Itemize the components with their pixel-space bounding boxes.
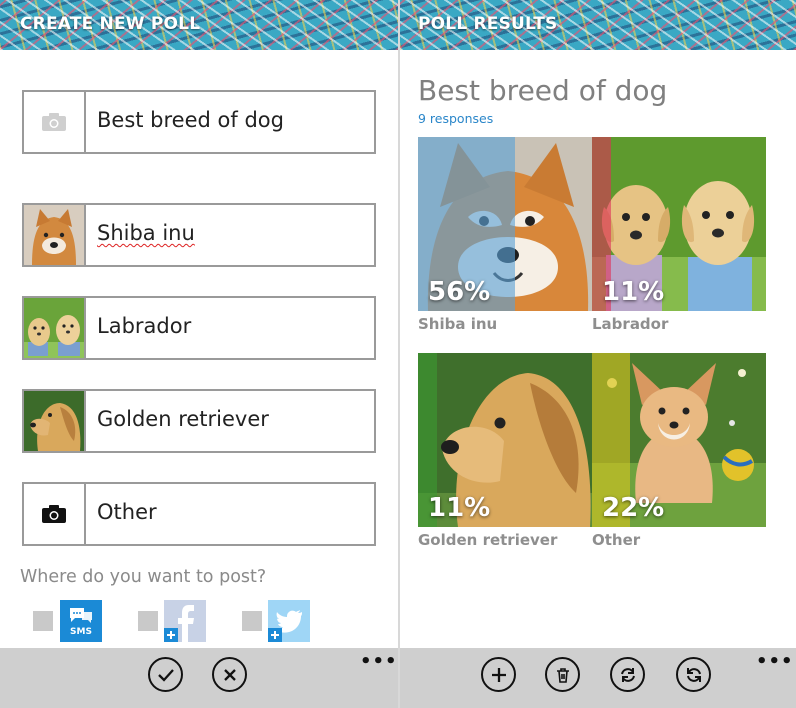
shiba-thumbnail[interactable] [24, 205, 86, 265]
facebook-checkbox[interactable] [138, 611, 158, 631]
create-app-bar [0, 648, 398, 708]
other-caption: Other [592, 531, 641, 549]
option-field-shiba[interactable]: Shiba inu [22, 203, 376, 267]
checkmark-icon [157, 668, 174, 682]
refresh-button[interactable] [610, 657, 645, 692]
add-icon [491, 667, 506, 682]
shiba-caption: Shiba inu [418, 315, 498, 333]
create-poll-title: CREATE NEW POLL [20, 14, 201, 34]
responses-count[interactable]: 9 responses [418, 111, 493, 126]
results-app-bar [400, 648, 796, 708]
sms-icon[interactable]: SMS [60, 600, 102, 642]
option-input-labrador[interactable]: Labrador [97, 314, 191, 338]
shiba-percent: 56% [428, 277, 491, 307]
other-photo-button[interactable] [24, 484, 86, 544]
create-poll-header: CREATE NEW POLL [0, 0, 398, 50]
question-field[interactable]: Best breed of dog [22, 90, 376, 154]
camera-icon [24, 484, 84, 544]
poll-results-title: POLL RESULTS [418, 14, 558, 34]
post-destination-label: Where do you want to post? [20, 567, 267, 587]
question-photo-button[interactable] [24, 92, 86, 152]
option-field-labrador[interactable]: Labrador [22, 296, 376, 360]
labrador-thumbnail[interactable] [24, 298, 86, 358]
cancel-icon [223, 668, 236, 681]
other-percent: 22% [602, 493, 665, 523]
result-tile-golden[interactable]: 11% [418, 353, 592, 527]
poll-results-header: POLL RESULTS [400, 0, 796, 50]
sync-button[interactable] [676, 657, 711, 692]
poll-question-title: Best breed of dog [418, 74, 668, 107]
labrador-caption: Labrador [592, 315, 669, 333]
labrador-percent: 11% [602, 277, 665, 307]
poll-results-panel: POLL RESULTS Best breed of dog 9 respons… [400, 0, 796, 708]
delete-icon [556, 667, 569, 683]
twitter-icon[interactable] [268, 600, 310, 642]
golden-percent: 11% [428, 493, 491, 523]
result-tile-shiba[interactable]: 56% [418, 137, 592, 311]
result-tile-other[interactable]: 22% [592, 353, 766, 527]
golden-retriever-thumbnail[interactable] [24, 391, 86, 451]
result-tile-labrador[interactable]: 11% [592, 137, 766, 311]
create-poll-panel: CREATE NEW POLL Best breed of dog Shiba … [0, 0, 398, 708]
cancel-button[interactable] [212, 657, 247, 692]
save-button[interactable] [148, 657, 183, 692]
sms-label: SMS [70, 627, 92, 637]
sync-icon [686, 667, 701, 682]
option-input-shiba[interactable]: Shiba inu [97, 221, 195, 245]
sms-checkbox[interactable] [33, 611, 53, 631]
twitter-checkbox[interactable] [242, 611, 262, 631]
delete-button[interactable] [545, 657, 580, 692]
option-input-golden[interactable]: Golden retriever [97, 407, 269, 431]
more-icon[interactable]: ••• [360, 651, 398, 672]
option-field-golden[interactable]: Golden retriever [22, 389, 376, 453]
refresh-icon [620, 667, 635, 682]
facebook-icon[interactable] [164, 600, 206, 642]
more-icon[interactable]: ••• [756, 651, 794, 672]
golden-caption: Golden retriever [418, 531, 558, 549]
camera-icon [24, 92, 84, 152]
option-input-other[interactable]: Other [97, 500, 157, 524]
question-input[interactable]: Best breed of dog [97, 108, 284, 132]
option-field-other[interactable]: Other [22, 482, 376, 546]
add-button[interactable] [481, 657, 516, 692]
